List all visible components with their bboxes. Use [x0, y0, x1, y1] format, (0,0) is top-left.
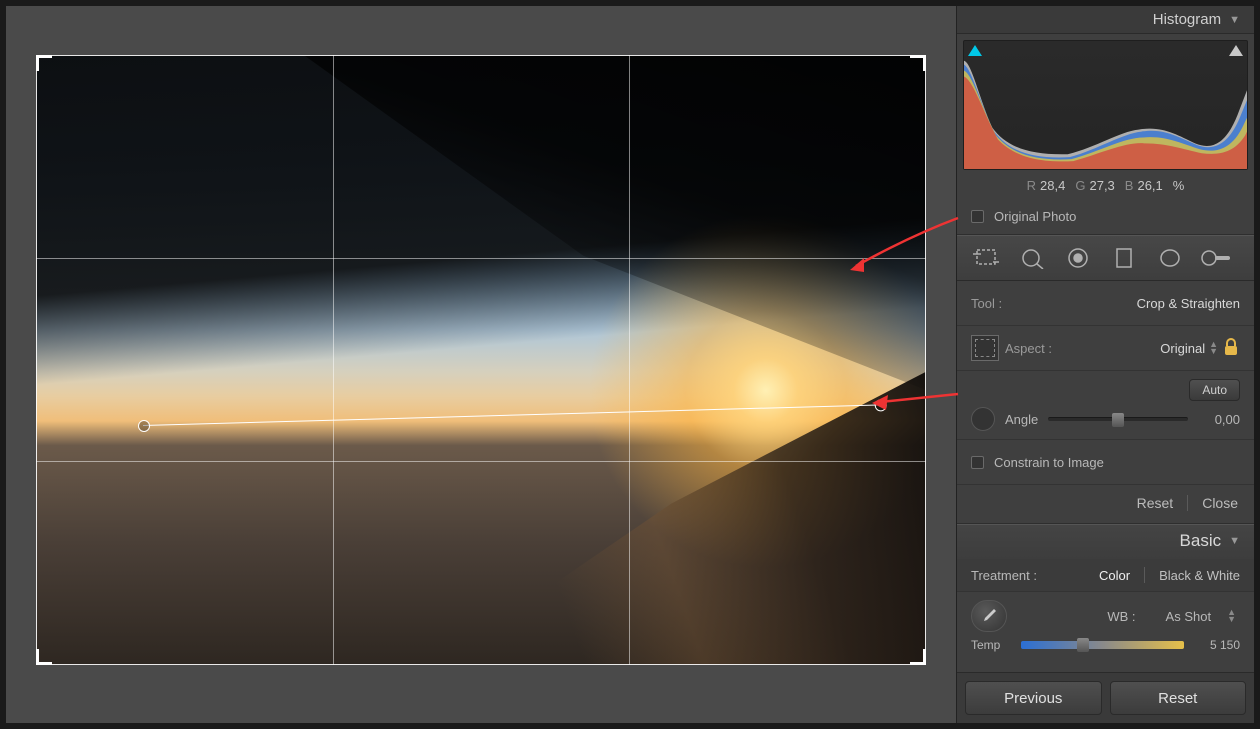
develop-canvas[interactable] — [6, 6, 956, 723]
constrain-section: Constrain to Image — [957, 440, 1254, 485]
temp-slider-thumb[interactable] — [1077, 638, 1089, 652]
spot-removal-icon[interactable] — [1015, 244, 1049, 272]
tool-strip — [957, 235, 1254, 281]
angle-slider-thumb[interactable] — [1112, 413, 1124, 427]
previous-button[interactable]: Previous — [965, 681, 1102, 715]
basic-panel-header[interactable]: Basic ▼ — [957, 524, 1254, 559]
aspect-section: Aspect : Original ▲▼ — [957, 326, 1254, 371]
constrain-label: Constrain to Image — [994, 455, 1104, 470]
crop-frame[interactable] — [36, 55, 926, 665]
crop-close-button[interactable]: Close — [1202, 495, 1238, 511]
angle-auto-button[interactable]: Auto — [1189, 379, 1240, 401]
temp-label: Temp — [971, 638, 1011, 652]
wb-label: WB : — [1107, 609, 1135, 624]
tool-label: Tool : — [971, 296, 1002, 311]
crop-overlay-icon[interactable] — [971, 335, 999, 361]
aspect-lock-icon[interactable] — [1222, 337, 1240, 360]
straighten-tool-icon[interactable] — [971, 407, 995, 431]
divider — [1187, 495, 1188, 511]
original-photo-row[interactable]: Original Photo — [957, 203, 1254, 235]
adjustment-brush-icon[interactable] — [1199, 244, 1233, 272]
aspect-value[interactable]: Original — [1160, 341, 1205, 356]
right-panel: Histogram ▼ R28,4 G27,3 B26,1 % Original… — [956, 6, 1254, 723]
crop-reset-button[interactable]: Reset — [1137, 495, 1174, 511]
basic-title: Basic — [1180, 531, 1222, 551]
angle-slider[interactable] — [1048, 417, 1188, 421]
angle-label: Angle — [1005, 412, 1038, 427]
crop-handle-bl[interactable] — [36, 649, 52, 665]
temp-value[interactable]: 5 150 — [1194, 638, 1240, 652]
histogram-graph[interactable] — [963, 40, 1248, 170]
wb-value[interactable]: As Shot — [1166, 609, 1212, 624]
original-photo-checkbox[interactable] — [971, 210, 984, 223]
histogram-panel-header[interactable]: Histogram ▼ — [957, 6, 1254, 34]
wb-stepper-icon[interactable]: ▲▼ — [1227, 609, 1236, 623]
gradient-filter-icon[interactable] — [1107, 244, 1141, 272]
app-root: Histogram ▼ R28,4 G27,3 B26,1 % Original… — [0, 0, 1260, 729]
tool-name-section: Tool : Crop & Straighten — [957, 281, 1254, 326]
rgb-readout: R28,4 G27,3 B26,1 % — [957, 172, 1254, 203]
treatment-color-option[interactable]: Color — [1099, 568, 1130, 583]
temp-row: Temp 5 150 — [957, 636, 1254, 658]
angle-section: Auto Angle 0,00 — [957, 371, 1254, 440]
crop-border[interactable] — [36, 55, 926, 665]
treatment-label: Treatment : — [971, 568, 1037, 583]
original-photo-label: Original Photo — [994, 209, 1076, 224]
treatment-row: Treatment : Color Black & White — [957, 559, 1254, 592]
radial-filter-icon[interactable] — [1153, 244, 1187, 272]
crop-handle-tl[interactable] — [36, 55, 52, 71]
histogram-title: Histogram — [1153, 11, 1221, 28]
highlight-clip-indicator[interactable] — [1229, 45, 1243, 56]
redeye-icon[interactable] — [1061, 244, 1095, 272]
shadow-clip-indicator[interactable] — [968, 45, 982, 56]
reset-button[interactable]: Reset — [1110, 681, 1247, 715]
temp-slider[interactable] — [1021, 641, 1184, 649]
collapse-icon: ▼ — [1229, 14, 1240, 26]
aspect-label: Aspect : — [1005, 341, 1052, 356]
wb-eyedropper-icon[interactable] — [971, 600, 1007, 632]
constrain-checkbox[interactable] — [971, 456, 984, 469]
angle-value[interactable]: 0,00 — [1198, 412, 1240, 427]
wb-row: WB : As Shot ▲▼ — [957, 592, 1254, 636]
treatment-bw-option[interactable]: Black & White — [1159, 568, 1240, 583]
bottom-button-bar: Previous Reset — [957, 672, 1254, 723]
crop-handle-tr[interactable] — [910, 55, 926, 71]
aspect-stepper-icon[interactable]: ▲▼ — [1209, 341, 1218, 355]
crop-handle-br[interactable] — [910, 649, 926, 665]
crop-tool-icon[interactable] — [969, 244, 1003, 272]
collapse-icon: ▼ — [1229, 535, 1240, 547]
tool-value: Crop & Straighten — [1137, 296, 1240, 311]
crop-footer: Reset Close — [957, 485, 1254, 524]
